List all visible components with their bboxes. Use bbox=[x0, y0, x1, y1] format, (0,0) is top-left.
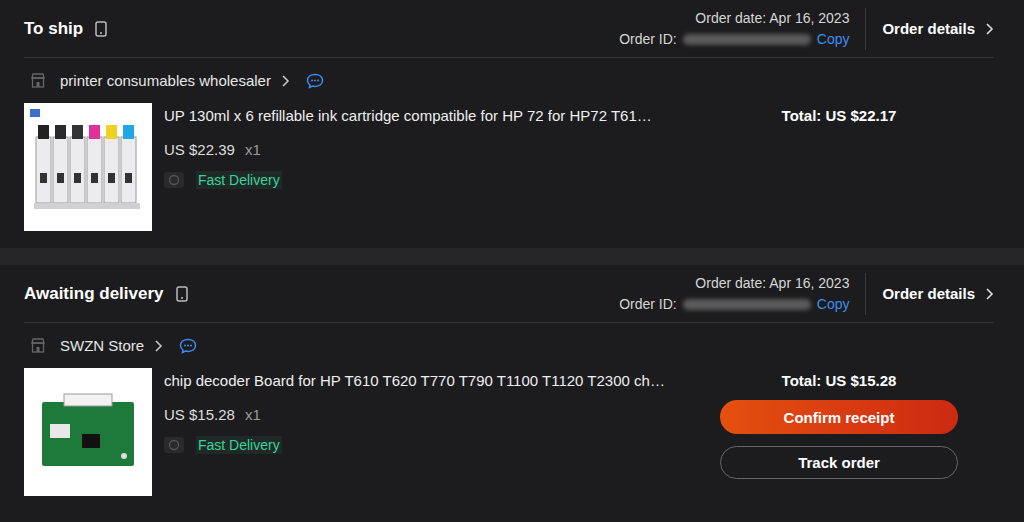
product-info: UP 130ml x 6 refillable ink cartridge co… bbox=[164, 103, 708, 189]
chevron-right-icon[interactable] bbox=[281, 74, 290, 88]
order-id-masked bbox=[683, 299, 811, 310]
order-card: To ship Order date: Apr 16, 2023Order ID:… bbox=[0, 0, 1024, 248]
product-row: chip decoder Board for HP T610 T620 T770… bbox=[24, 368, 994, 496]
chevron-right-icon bbox=[985, 287, 994, 301]
product-title[interactable]: chip decoder Board for HP T610 T620 T770… bbox=[164, 371, 692, 391]
product-image[interactable] bbox=[24, 368, 152, 496]
order-details-link[interactable]: Order details bbox=[882, 20, 994, 37]
order-summary: Total: US $22.17 bbox=[720, 103, 958, 126]
order-id-label: Order ID: bbox=[619, 294, 677, 315]
order-header: To ship Order date: Apr 16, 2023Order ID:… bbox=[24, 0, 994, 58]
product-price: US $15.28 bbox=[164, 406, 235, 423]
copy-link[interactable]: Copy bbox=[817, 29, 850, 50]
fast-delivery-label: Fast Delivery bbox=[196, 436, 282, 454]
order-details-link[interactable]: Order details bbox=[882, 285, 994, 302]
price-row: US $15.28 x1 bbox=[164, 406, 692, 423]
order-id-row: Order ID: Copy bbox=[619, 294, 849, 315]
cartridge-image-icon bbox=[24, 103, 152, 231]
phone-icon bbox=[95, 21, 107, 37]
order-header: Awaiting delivery Order date: Apr 16, 202… bbox=[24, 265, 994, 323]
product-title[interactable]: UP 130ml x 6 refillable ink cartridge co… bbox=[164, 106, 692, 126]
header-divider bbox=[865, 273, 866, 315]
product-row: UP 130ml x 6 refillable ink cartridge co… bbox=[24, 103, 994, 231]
product-info: chip decoder Board for HP T610 T620 T770… bbox=[164, 368, 708, 454]
store-name[interactable]: printer consumables wholesaler bbox=[60, 72, 271, 89]
order-total: Total: US $22.17 bbox=[782, 106, 897, 126]
store-name[interactable]: SWZN Store bbox=[60, 337, 144, 354]
order-id-masked bbox=[683, 34, 811, 45]
order-summary: Total: US $15.28 Confirm receipt Track ord… bbox=[720, 368, 958, 479]
order-card: Awaiting delivery Order date: Apr 16, 202… bbox=[0, 265, 1024, 513]
order-status: Awaiting delivery bbox=[24, 284, 164, 304]
store-icon bbox=[30, 73, 46, 88]
order-total: Total: US $15.28 bbox=[782, 371, 897, 391]
order-separator bbox=[0, 248, 1024, 265]
chip-board-image-icon bbox=[24, 368, 152, 496]
product-image[interactable] bbox=[24, 103, 152, 231]
header-divider bbox=[865, 8, 866, 50]
chat-icon[interactable] bbox=[306, 73, 324, 89]
order-meta: Order date: Apr 16, 2023Order ID: Copy bbox=[619, 8, 849, 50]
product-price: US $22.39 bbox=[164, 141, 235, 158]
delivery-badge: Fast Delivery bbox=[164, 171, 692, 189]
delivery-icon bbox=[164, 172, 184, 188]
fast-delivery-label: Fast Delivery bbox=[196, 171, 282, 189]
order-id-label: Order ID: bbox=[619, 29, 677, 50]
order-date: Order date: Apr 16, 2023 bbox=[619, 273, 849, 294]
order-status: To ship bbox=[24, 19, 83, 39]
price-row: US $22.39 x1 bbox=[164, 141, 692, 158]
order-action-button[interactable]: Track order bbox=[720, 446, 958, 479]
store-icon bbox=[30, 338, 46, 353]
copy-link[interactable]: Copy bbox=[817, 294, 850, 315]
phone-icon bbox=[176, 286, 188, 302]
store-row: printer consumables wholesaler bbox=[24, 58, 994, 103]
order-date: Order date: Apr 16, 2023 bbox=[619, 8, 849, 29]
store-row: SWZN Store bbox=[24, 323, 994, 368]
order-meta: Order date: Apr 16, 2023Order ID: Copy bbox=[619, 273, 849, 315]
order-id-row: Order ID: Copy bbox=[619, 29, 849, 50]
chevron-right-icon bbox=[985, 22, 994, 36]
product-quantity: x1 bbox=[245, 406, 261, 423]
delivery-icon bbox=[164, 437, 184, 453]
order-action-button[interactable]: Confirm receipt bbox=[720, 400, 958, 434]
orders-page: To shipOrder date: Apr 16, 2023Order ID:… bbox=[0, 0, 1024, 522]
delivery-badge: Fast Delivery bbox=[164, 436, 692, 454]
product-quantity: x1 bbox=[245, 141, 261, 158]
chat-icon[interactable] bbox=[179, 338, 197, 354]
chevron-right-icon[interactable] bbox=[154, 339, 163, 353]
